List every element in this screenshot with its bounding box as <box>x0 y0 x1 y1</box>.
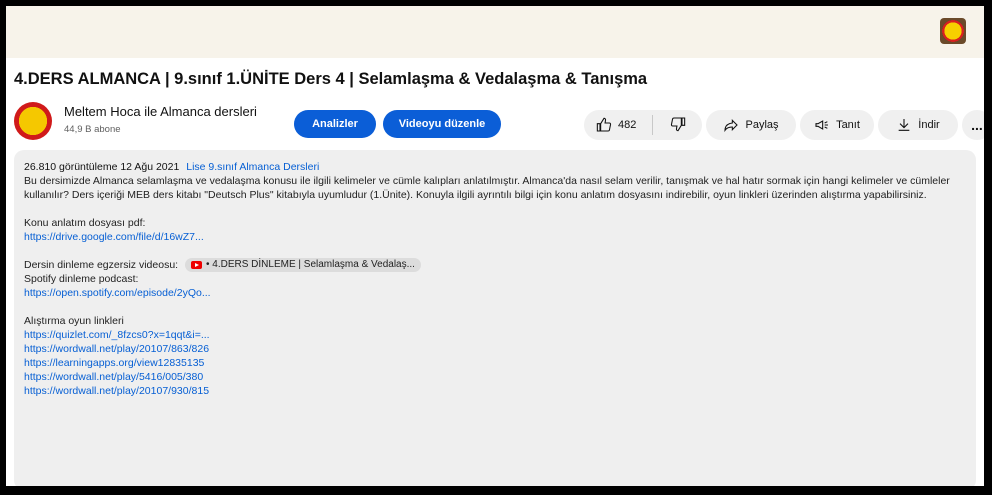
like-count: 482 <box>618 119 637 131</box>
like-dislike-group: 482 <box>584 110 702 140</box>
listening-video-chip[interactable]: • 4.DERS DİNLEME | Selamlaşma & Vedalaş.… <box>185 258 421 273</box>
channel-name[interactable]: Meltem Hoca ile Almanca dersleri <box>64 104 257 119</box>
pdf-label: Konu anlatım dosyası pdf: <box>24 217 146 229</box>
download-icon <box>896 117 912 133</box>
analytics-button[interactable]: Analizler <box>294 110 376 138</box>
spotify-label: Spotify dinleme podcast: <box>24 273 139 286</box>
game-link[interactable]: https://wordwall.net/play/20107/930/815 <box>24 384 964 398</box>
game-link[interactable]: https://wordwall.net/play/20107/863/826 <box>24 342 964 356</box>
game-link[interactable]: https://wordwall.net/play/5416/005/380 <box>24 370 964 384</box>
view-date-line: 26.810 görüntüleme 12 Ağu 2021 Lise 9.sı… <box>24 160 964 174</box>
description-content: 26.810 görüntüleme 12 Ağu 2021 Lise 9.sı… <box>24 160 964 398</box>
logo-badge-icon <box>942 20 964 42</box>
thumbs-up-icon <box>596 117 612 133</box>
view-count: 26.810 görüntüleme <box>24 161 118 173</box>
description-box[interactable]: 26.810 görüntüleme 12 Ağu 2021 Lise 9.sı… <box>14 150 976 486</box>
listening-label: Dersin dinleme egzersiz videosu: <box>24 259 179 271</box>
playlist-link[interactable]: Lise 9.sınıf Almanca Dersleri <box>186 161 319 173</box>
top-bar <box>6 6 984 58</box>
youtube-play-icon <box>191 261 202 270</box>
game-link[interactable]: https://quizlet.com/_8fzcs0?x=1qqt&i=... <box>24 328 964 342</box>
spotify-link[interactable]: https://open.spotify.com/episode/2yQo... <box>24 286 964 300</box>
share-button[interactable]: Paylaş <box>706 110 796 140</box>
channel-logo-thumbnail[interactable] <box>940 18 966 44</box>
subscriber-count: 44,9 B abone <box>64 124 121 135</box>
like-button[interactable]: 482 <box>584 110 652 140</box>
game-link[interactable]: https://learningapps.org/view12835135 <box>24 356 964 370</box>
listening-line: Dersin dinleme egzersiz videosu: • 4.DER… <box>24 258 964 273</box>
megaphone-icon <box>814 117 830 133</box>
pdf-link[interactable]: https://drive.google.com/file/d/16wZ7... <box>24 230 964 244</box>
listening-chip-label: • 4.DERS DİNLEME | Selamlaşma & Vedalaş.… <box>206 259 415 271</box>
upload-date: 12 Ağu 2021 <box>120 161 180 173</box>
share-arrow-icon <box>723 117 739 133</box>
description-body: Bu dersimizde Almanca selamlaşma ve veda… <box>24 175 950 201</box>
edit-video-button[interactable]: Videoyu düzenle <box>383 110 501 138</box>
channel-row: Meltem Hoca ile Almanca dersleri 44,9 B … <box>14 100 984 144</box>
more-dots-icon: ... <box>971 117 983 133</box>
download-label: İndir <box>918 119 940 131</box>
thumbs-down-icon <box>670 116 686 135</box>
avatar[interactable] <box>14 102 52 140</box>
download-button[interactable]: İndir <box>878 110 958 140</box>
share-label: Paylaş <box>745 119 779 131</box>
promote-label: Tanıt <box>836 119 860 131</box>
dislike-button[interactable] <box>653 110 702 140</box>
more-actions-button[interactable]: ... <box>962 110 984 140</box>
promote-button[interactable]: Tanıt <box>800 110 874 140</box>
youtube-video-page: 4.DERS ALMANCA | 9.sınıf 1.ÜNİTE Ders 4 … <box>6 6 984 486</box>
games-label: Alıştırma oyun linkleri <box>24 315 124 328</box>
video-title: 4.DERS ALMANCA | 9.sınıf 1.ÜNİTE Ders 4 … <box>14 70 648 88</box>
